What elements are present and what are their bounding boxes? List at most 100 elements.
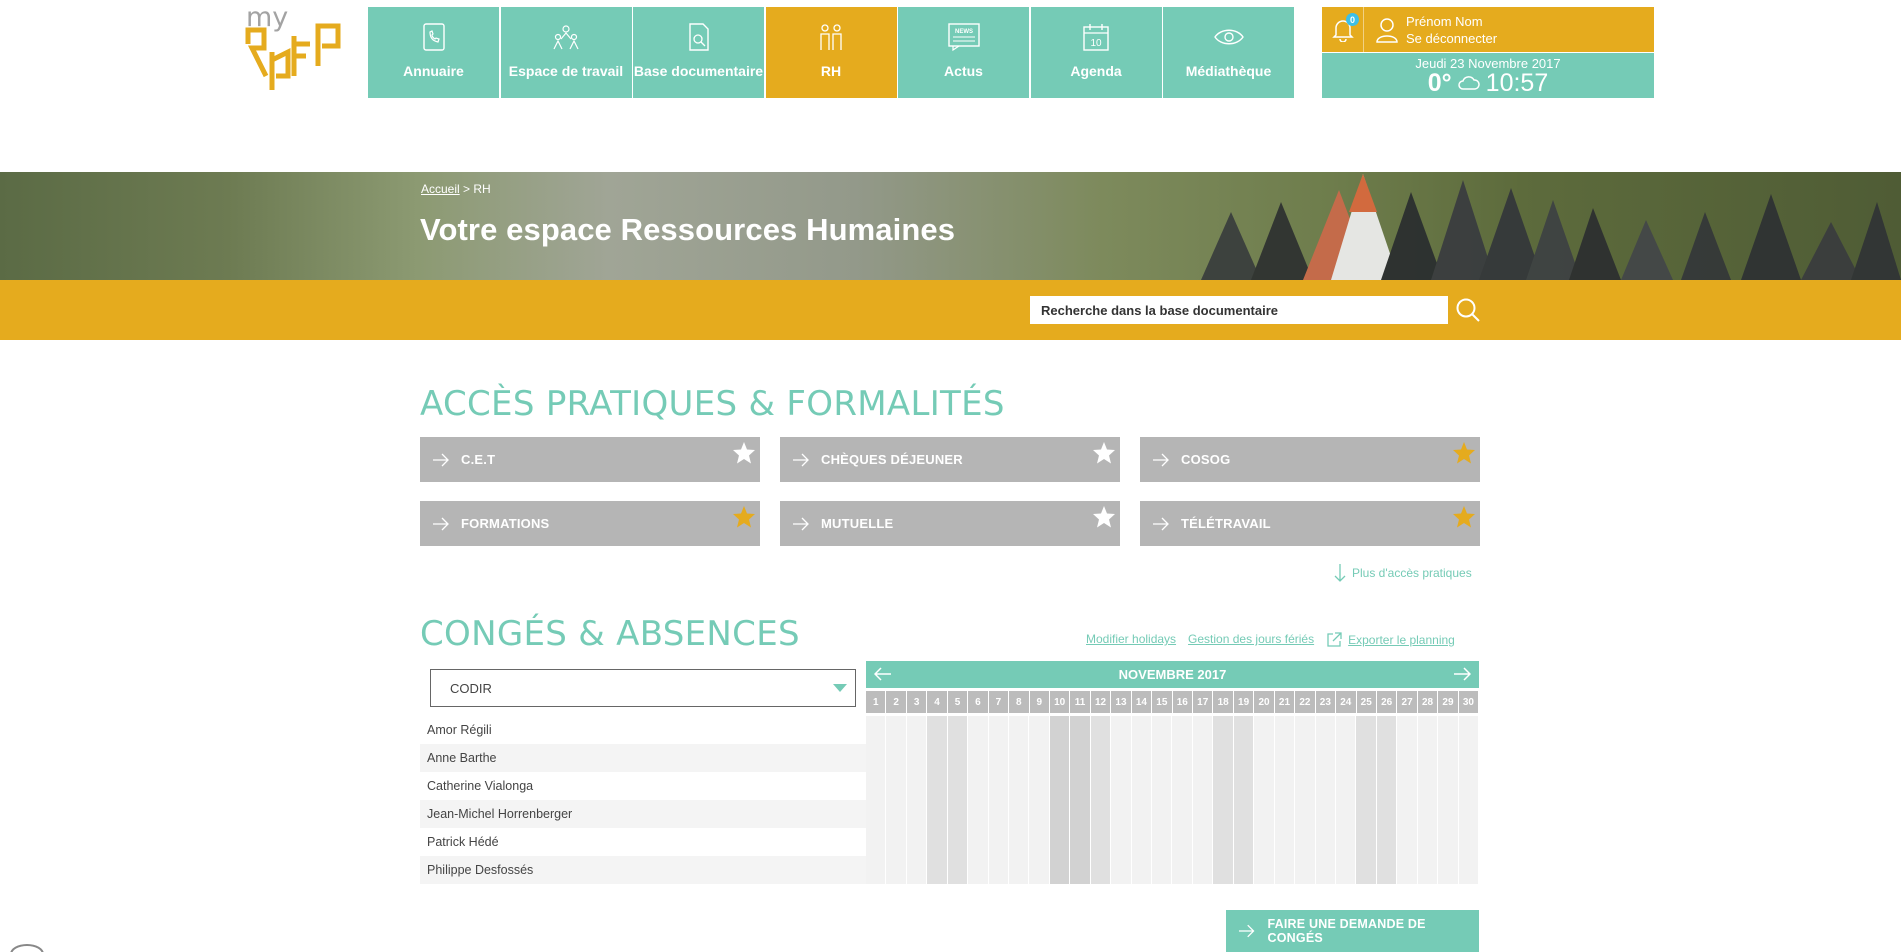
calendar-cell[interactable] [1376,800,1398,828]
calendar-cell[interactable] [1295,828,1316,856]
calendar-cell[interactable] [1192,744,1214,772]
calendar-cell[interactable] [1029,744,1050,772]
calendar-cell[interactable] [1008,800,1030,828]
calendar-cell[interactable] [1438,800,1459,828]
user-account[interactable]: Prénom Nom Se déconnecter [1364,13,1497,47]
calendar-cell[interactable] [865,800,887,828]
calendar-cell[interactable] [1131,800,1152,828]
calendar-cell[interactable] [1356,744,1377,772]
favorite-star-icon[interactable] [1092,441,1116,469]
previous-month-button[interactable] [873,666,892,685]
calendar-cell[interactable] [1049,772,1071,800]
calendar-cell[interactable] [1049,828,1071,856]
access-tile[interactable]: MUTUELLE [780,501,1120,546]
calendar-cell[interactable] [1397,772,1418,800]
calendar-cell[interactable] [968,772,989,800]
calendar-cell[interactable] [1172,856,1193,884]
calendar-cell[interactable] [1111,772,1132,800]
logout-link[interactable]: Se déconnecter [1406,30,1497,47]
calendar-cell[interactable] [1458,800,1479,828]
calendar-cell[interactable] [1417,828,1439,856]
calendar-cell[interactable] [1417,744,1439,772]
export-planning-link[interactable]: Exporter le planning [1348,633,1455,647]
calendar-cell[interactable] [1376,856,1398,884]
calendar-cell[interactable] [1458,828,1479,856]
calendar-cell[interactable] [1029,716,1050,744]
calendar-cell[interactable] [1315,856,1336,884]
calendar-cell[interactable] [1274,800,1296,828]
calendar-cell[interactable] [886,716,907,744]
access-tile[interactable]: CHÈQUES DÉJEUNER [780,437,1120,482]
calendar-cell[interactable] [1417,800,1439,828]
calendar-cell[interactable] [988,716,1009,744]
calendar-cell[interactable] [1397,744,1418,772]
calendar-cell[interactable] [1172,800,1193,828]
favorite-star-icon[interactable] [732,505,756,533]
calendar-cell[interactable] [1111,828,1132,856]
modify-holidays-link[interactable]: Modifier holidays [1086,632,1176,648]
calendar-cell[interactable] [1029,828,1050,856]
calendar-cell[interactable] [988,744,1009,772]
calendar-cell[interactable] [1213,800,1234,828]
access-tile[interactable]: C.E.T [420,437,760,482]
calendar-cell[interactable] [886,744,907,772]
calendar-cell[interactable] [1152,744,1173,772]
calendar-cell[interactable] [1049,744,1071,772]
calendar-cell[interactable] [1356,856,1377,884]
calendar-cell[interactable] [1274,828,1296,856]
favorite-star-icon[interactable] [732,441,756,469]
calendar-cell[interactable] [947,800,969,828]
calendar-cell[interactable] [1376,744,1398,772]
calendar-cell[interactable] [1458,716,1479,744]
chat-widget-icon[interactable] [10,944,44,952]
calendar-cell[interactable] [1213,744,1234,772]
calendar-cell[interactable] [1254,772,1275,800]
nav-item-rh[interactable]: RH [765,7,897,98]
calendar-cell[interactable] [1131,828,1152,856]
calendar-cell[interactable] [968,828,989,856]
calendar-cell[interactable] [1335,828,1357,856]
calendar-cell[interactable] [1172,716,1193,744]
calendar-cell[interactable] [1356,772,1377,800]
calendar-cell[interactable] [1152,828,1173,856]
calendar-cell[interactable] [1090,744,1112,772]
nav-item-actus[interactable]: NEWS Actus [898,7,1029,98]
calendar-cell[interactable] [1356,800,1377,828]
calendar-cell[interactable] [988,800,1009,828]
calendar-cell[interactable] [927,772,948,800]
favorite-star-icon[interactable] [1452,505,1476,533]
calendar-cell[interactable] [1070,716,1091,744]
calendar-cell[interactable] [1213,828,1234,856]
calendar-cell[interactable] [1131,772,1152,800]
calendar-cell[interactable] [1438,744,1459,772]
calendar-cell[interactable] [1356,828,1377,856]
calendar-cell[interactable] [1274,744,1296,772]
calendar-cell[interactable] [1397,856,1418,884]
access-tile[interactable]: TÉLÉTRAVAIL [1140,501,1480,546]
calendar-cell[interactable] [1438,772,1459,800]
calendar-cell[interactable] [1008,716,1030,744]
calendar-cell[interactable] [906,800,928,828]
calendar-cell[interactable] [886,828,907,856]
calendar-cell[interactable] [968,800,989,828]
calendar-cell[interactable] [1233,772,1255,800]
calendar-cell[interactable] [1335,856,1357,884]
calendar-cell[interactable] [1008,772,1030,800]
rafp-logo[interactable]: my [244,2,348,96]
nav-item-espace-de-travail[interactable]: Espace de travail [500,7,632,98]
calendar-cell[interactable] [1254,716,1275,744]
calendar-cell[interactable] [865,856,887,884]
calendar-cell[interactable] [1049,856,1071,884]
access-tile[interactable]: FORMATIONS [420,501,760,546]
calendar-cell[interactable] [1397,716,1418,744]
nav-item-annuaire[interactable]: Annuaire [368,7,499,98]
calendar-cell[interactable] [1090,716,1112,744]
calendar-cell[interactable] [1315,716,1336,744]
calendar-cell[interactable] [1295,800,1316,828]
calendar-cell[interactable] [947,856,969,884]
search-button[interactable] [1455,297,1483,325]
calendar-cell[interactable] [865,828,887,856]
calendar-cell[interactable] [1152,856,1173,884]
calendar-cell[interactable] [1090,828,1112,856]
calendar-cell[interactable] [1417,856,1439,884]
